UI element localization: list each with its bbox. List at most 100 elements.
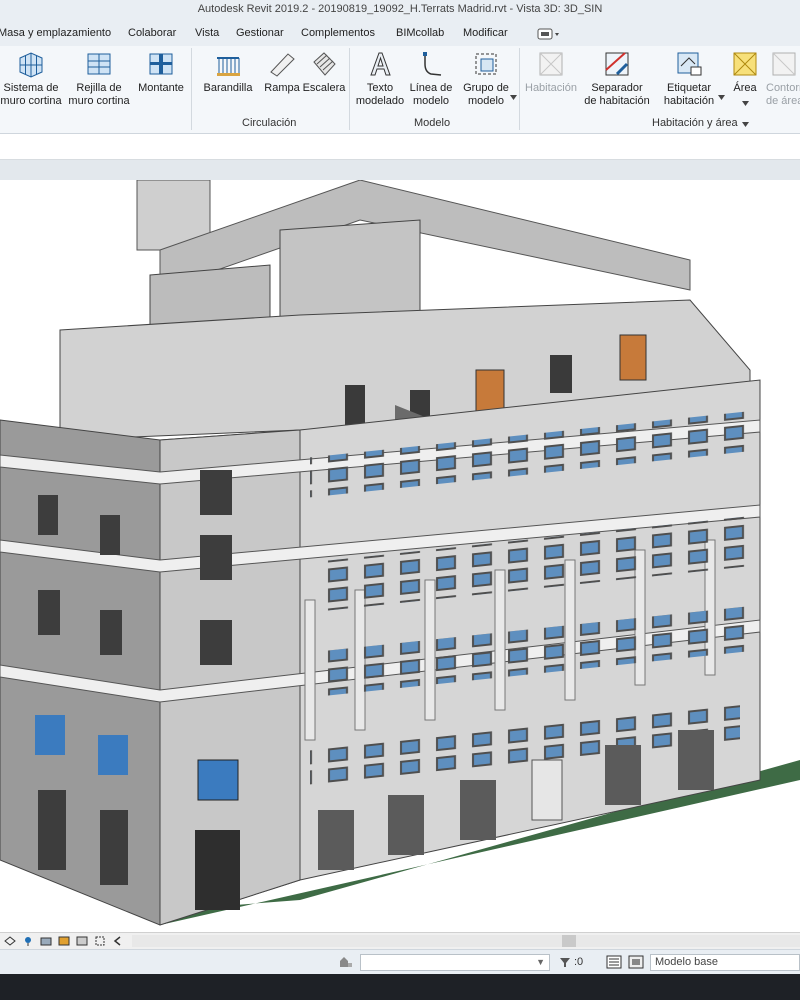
mullion-label: Montante — [138, 82, 184, 94]
model-text-label-2: modelado — [355, 95, 405, 107]
stair-label: Escalera — [302, 82, 346, 94]
room-separator-button[interactable]: Separador de habitación — [582, 50, 652, 108]
room-button[interactable]: Habitación — [520, 50, 582, 95]
model-line-icon — [423, 52, 442, 76]
area-boundary-label-2: de área — [766, 95, 800, 107]
filter-icon[interactable] — [558, 955, 572, 969]
group-label-circulation: Circulación — [242, 117, 297, 129]
ribbon-separator — [191, 48, 192, 130]
stair-button[interactable]: Escalera — [302, 50, 346, 95]
collapse-arrow-icon[interactable] — [112, 935, 124, 947]
area-boundary-icon — [772, 52, 796, 76]
curtain-system-label-1: Sistema de — [3, 82, 59, 94]
model-group-button[interactable]: Grupo de modelo — [457, 50, 515, 108]
crop-view-icon[interactable] — [94, 935, 106, 947]
curtain-system-label-2: muro cortina — [0, 95, 62, 107]
curtain-grid-label-2: muro cortina — [68, 95, 130, 107]
design-options-icon[interactable] — [628, 955, 644, 969]
detail-level-icon[interactable] — [22, 935, 34, 947]
curtain-grid-label-1: Rejilla de — [76, 82, 122, 94]
model-line-button[interactable]: Línea de modelo — [407, 50, 455, 108]
menu-bar: Masa y emplazamiento Colaborar Vista Ges… — [0, 22, 800, 46]
model-text-label-1: Texto — [366, 82, 394, 94]
menu-view[interactable]: Vista — [195, 27, 219, 39]
mullion-button[interactable]: Montante — [134, 50, 188, 95]
model-group-label-1: Grupo de — [463, 82, 509, 94]
stair-icon — [313, 52, 336, 76]
ramp-icon — [270, 53, 295, 77]
view-tab-strip — [0, 160, 800, 180]
corner-window — [197, 759, 239, 801]
visual-style-icon[interactable] — [40, 935, 52, 947]
tag-room-label-1: Etiquetar — [666, 82, 712, 94]
tag-room-dropdown-icon[interactable] — [718, 95, 725, 100]
model-group-dropdown-icon[interactable] — [510, 95, 517, 100]
railing-label: Barandilla — [203, 82, 253, 94]
menu-collaborate[interactable]: Colaborar — [128, 27, 176, 39]
attic-window — [345, 385, 365, 425]
ribbon: Sistema de muro cortina Rejilla de muro … — [0, 46, 800, 134]
room-label: Habitación — [525, 82, 577, 94]
curtain-grid-icon — [87, 53, 111, 75]
scrollbar-thumb[interactable] — [562, 935, 576, 947]
area-boundary-label-1: Contorno — [766, 82, 800, 94]
corner-window — [200, 620, 232, 665]
model-group-label-2: modelo — [467, 95, 505, 107]
tag-room-label-2: habitación — [663, 95, 715, 107]
tag-room-icon — [677, 52, 702, 76]
sun-path-icon[interactable] — [58, 935, 70, 947]
curtain-system-button[interactable]: Sistema de muro cortina — [0, 50, 64, 108]
corner-window — [200, 535, 232, 580]
ramp-label: Rampa — [264, 82, 300, 94]
workset-dropdown[interactable]: ▼ — [360, 954, 550, 971]
curtain-grid-button[interactable]: Rejilla de muro cortina — [66, 50, 132, 108]
railing-icon — [217, 57, 240, 76]
view-control-bar — [0, 932, 800, 949]
shadows-icon[interactable] — [76, 935, 88, 947]
model-text-icon — [370, 52, 391, 76]
group-label-room-area[interactable]: Habitación y área — [652, 117, 738, 129]
model-line-label-1: Línea de — [409, 82, 453, 94]
chevron-down-icon: ▼ — [536, 957, 545, 967]
ribbon-separator — [349, 48, 350, 130]
room-area-panel-dropdown-icon[interactable] — [742, 122, 749, 127]
area-label: Área — [733, 82, 757, 94]
area-dropdown-icon[interactable] — [742, 101, 749, 106]
room-separator-icon — [605, 52, 629, 76]
mullion-icon — [149, 53, 173, 75]
area-button[interactable]: Área — [728, 50, 762, 95]
scale-icon[interactable] — [4, 935, 16, 947]
menu-bimcollab[interactable]: BIMcollab — [396, 27, 444, 39]
menu-manage[interactable]: Gestionar — [236, 27, 284, 39]
corner-window — [200, 470, 232, 515]
area-icon — [733, 52, 757, 76]
room-separator-label-2: de habitación — [584, 95, 650, 107]
worksharing-icon[interactable] — [338, 955, 354, 969]
corner-entrance-door — [195, 830, 240, 910]
railing-button[interactable]: Barandilla — [198, 50, 258, 95]
group-label-model: Modelo — [414, 117, 451, 129]
properties-icon[interactable] — [606, 955, 622, 969]
room-icon — [539, 52, 563, 76]
menu-addins[interactable]: Complementos — [301, 27, 375, 39]
area-boundary-button[interactable]: Contorno de área — [766, 50, 800, 108]
room-separator-label-1: Separador — [591, 82, 643, 94]
menu-massing[interactable]: Masa y emplazamiento — [0, 27, 111, 39]
tag-room-button[interactable]: Etiquetar habitación — [658, 50, 720, 108]
attic-window — [550, 355, 572, 393]
model-group-icon — [475, 53, 497, 75]
horizontal-scrollbar[interactable] — [132, 935, 800, 947]
model-line-label-2: modelo — [412, 95, 450, 107]
building-3d-model[interactable] — [0, 180, 800, 932]
model-text-button[interactable]: Texto modelado — [352, 50, 408, 108]
taskbar-strip — [0, 974, 800, 1000]
menu-modify[interactable]: Modificar — [463, 27, 508, 39]
curtain-system-icon — [19, 52, 43, 78]
status-bar: ▼ :0 Modelo base — [0, 949, 800, 974]
ramp-button[interactable]: Rampa — [262, 50, 302, 95]
active-model-selector[interactable]: Modelo base — [650, 954, 800, 971]
selection-count: :0 — [574, 956, 584, 968]
3d-viewport[interactable] — [0, 180, 800, 932]
options-bar — [0, 134, 800, 160]
ribbon-display-toggle-icon[interactable] — [537, 28, 561, 40]
